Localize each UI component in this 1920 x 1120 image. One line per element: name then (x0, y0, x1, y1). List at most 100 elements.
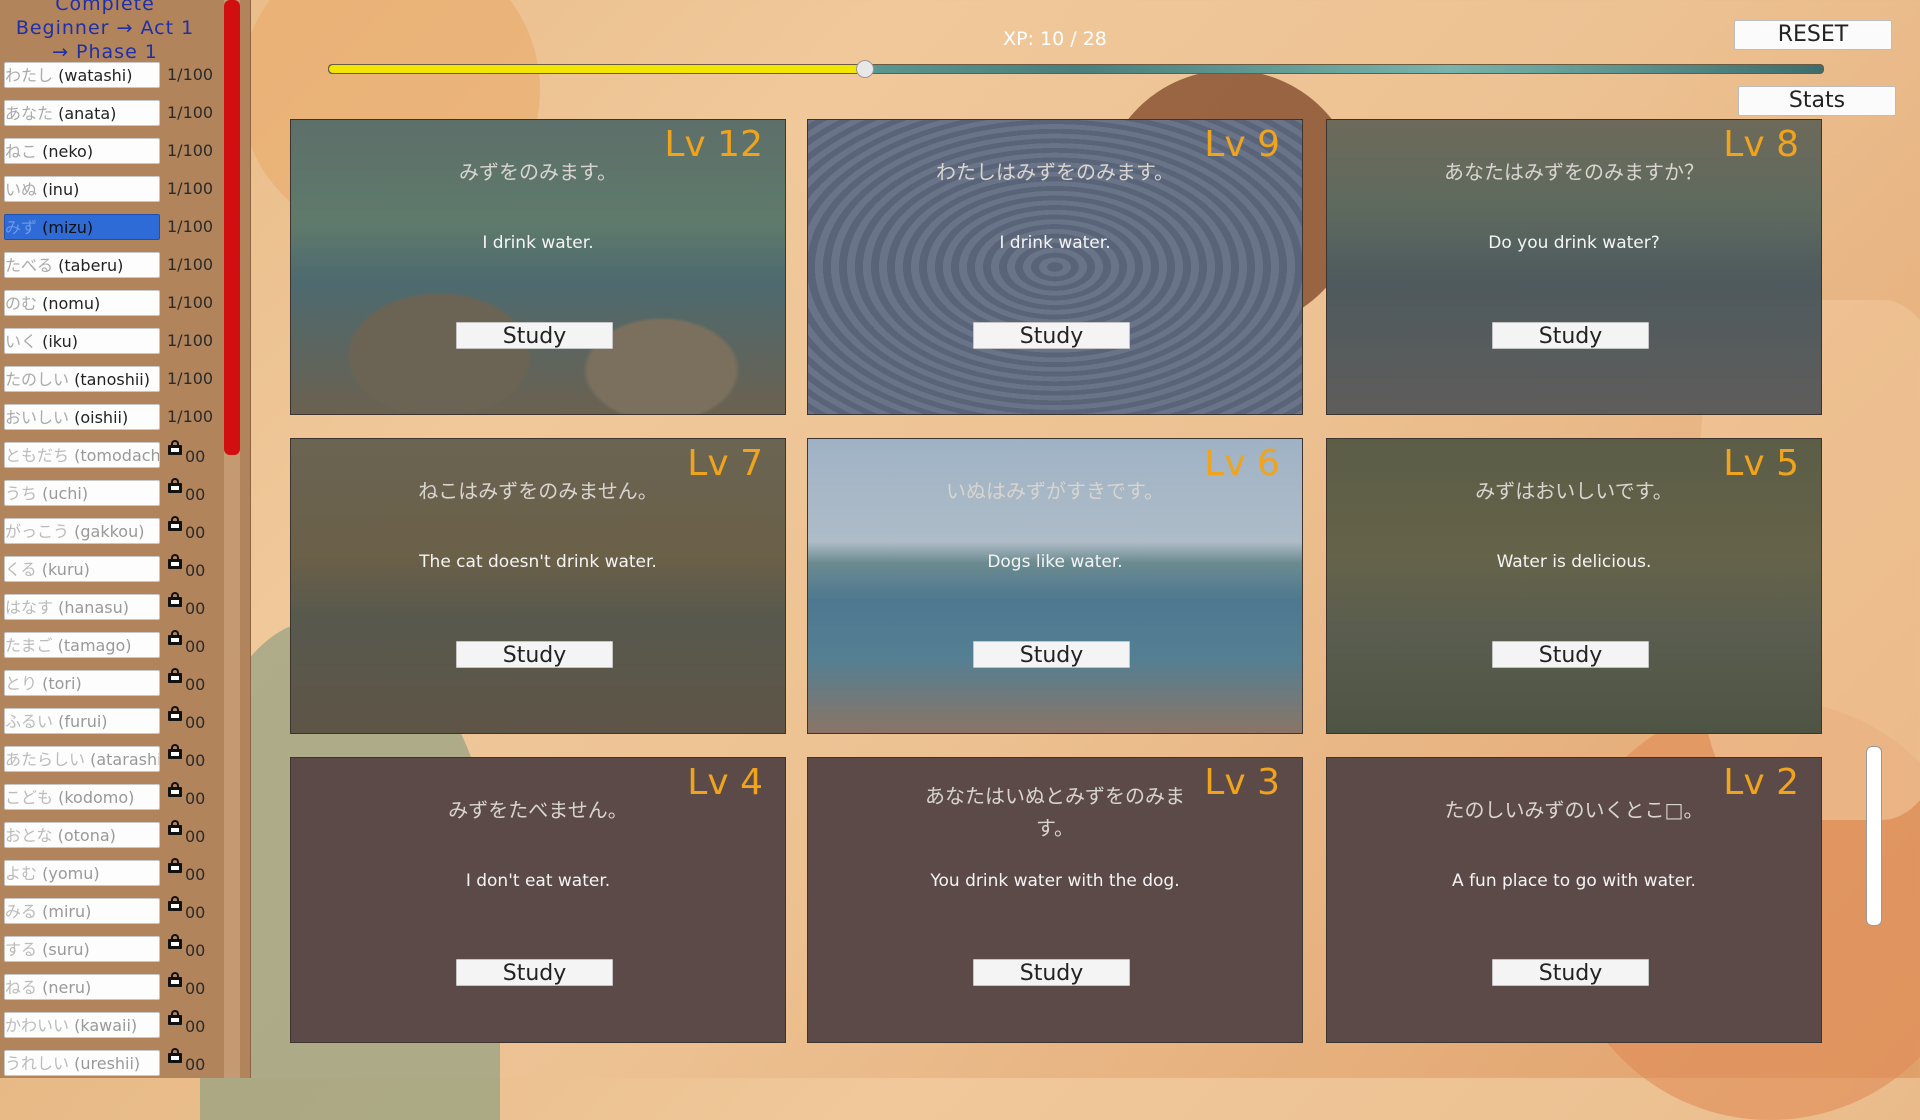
card-japanese-sentence: みずをたべません。 (448, 798, 628, 822)
study-button[interactable]: Study (973, 959, 1130, 986)
word-row: たまご (tamago) 00 (0, 630, 228, 668)
word-row: いく (iku) 1/100 (0, 326, 228, 364)
word-list: わたし (watashi) 1/100 あなた (anata) 1/100 ねこ (ne… (0, 60, 228, 1078)
word-row: ともだち (tomodachi) 00 (0, 440, 228, 478)
sidebar-title-line: Complete (55, 0, 155, 15)
word-button[interactable]: いぬ (inu) (4, 176, 160, 202)
word-button[interactable]: くる (kuru) (4, 556, 160, 582)
word-row: おとな (otona) 00 (0, 820, 228, 858)
word-button[interactable]: ねこ (neko) (4, 138, 160, 164)
sentence-card: Lv 2 たのしいみずのいくとこ□。 A fun place to go with … (1326, 757, 1822, 1043)
main-scrollbar[interactable] (1866, 746, 1882, 926)
study-button[interactable]: Study (973, 641, 1130, 668)
word-row: よむ (yomu) 00 (0, 858, 228, 896)
lock-icon (168, 592, 182, 607)
word-romaji: (miru) (42, 902, 92, 921)
word-romaji: (tomodachi) (74, 446, 160, 465)
word-button[interactable]: たまご (tamago) (4, 632, 160, 658)
sentence-card: Lv 3 あなたはいぬとみずをのみま す。 You drink water with… (807, 757, 1303, 1043)
lock-icon (168, 744, 182, 759)
word-row: する (suru) 00 (0, 934, 228, 972)
word-progress-count: 1/100 (167, 217, 214, 236)
study-button[interactable]: Study (1492, 959, 1649, 986)
word-japanese: とり (5, 674, 38, 693)
word-button[interactable]: わたし (watashi) (4, 62, 160, 88)
word-button[interactable]: おとな (otona) (4, 822, 160, 848)
study-button[interactable]: Study (1492, 322, 1649, 349)
word-button[interactable]: ふるい (furui) (4, 708, 160, 734)
word-japanese: おいしい (5, 408, 70, 427)
card-english-translation: I drink water. (999, 233, 1111, 253)
word-button[interactable]: いく (iku) (4, 328, 160, 354)
word-button[interactable]: のむ (nomu) (4, 290, 160, 316)
study-button[interactable]: Study (456, 641, 613, 668)
xp-progress-handle[interactable] (856, 60, 874, 78)
sentence-card: Lv 5 みずはおいしいです。 Water is delicious. Study (1326, 438, 1822, 734)
word-progress-count: 1/100 (167, 293, 214, 312)
word-button[interactable]: あたらしい (atarashii) (4, 746, 160, 772)
word-progress-count: 00 (185, 865, 206, 884)
word-progress-count: 00 (185, 979, 206, 998)
word-row: うち (uchi) 00 (0, 478, 228, 516)
sidebar-title: Complete Beginner → Act 1 → Phase 1 (0, 0, 210, 64)
word-button[interactable]: こども (kodomo) (4, 784, 160, 810)
word-row: みず (mizu) 1/100 (0, 212, 228, 250)
card-english-translation: Water is delicious. (1496, 552, 1652, 572)
word-button[interactable]: はなす (hanasu) (4, 594, 160, 620)
card-english-translation: I don't eat water. (465, 871, 611, 891)
study-button[interactable]: Study (973, 322, 1130, 349)
word-button[interactable]: よむ (yomu) (4, 860, 160, 886)
word-japanese: みず (5, 218, 38, 237)
word-button[interactable]: かわいい (kawaii) (4, 1012, 160, 1038)
card-english-translation: You drink water with the dog. (930, 871, 1180, 891)
word-progress-count: 1/100 (167, 179, 214, 198)
study-button[interactable]: Study (1492, 641, 1649, 668)
word-button[interactable]: あなた (anata) (4, 100, 160, 126)
word-progress-count: 00 (185, 1055, 206, 1074)
word-row: いぬ (inu) 1/100 (0, 174, 228, 212)
card-japanese-sentence: あなたはいぬとみずをのみま す。 (925, 784, 1185, 840)
word-romaji: (tanoshii) (74, 370, 150, 389)
word-button[interactable]: とり (tori) (4, 670, 160, 696)
word-button[interactable]: ともだち (tomodachi) (4, 442, 160, 468)
word-japanese: ねる (5, 978, 38, 997)
word-japanese: わたし (5, 66, 54, 85)
study-button[interactable]: Study (456, 322, 613, 349)
card-english-translation: The cat doesn't drink water. (419, 552, 657, 572)
card-japanese-sentence: たのしいみずのいくとこ□。 (1444, 798, 1704, 822)
word-row: のむ (nomu) 1/100 (0, 288, 228, 326)
card-english-translation: I drink water. (482, 233, 594, 253)
reset-button[interactable]: RESET (1734, 20, 1892, 50)
word-button[interactable]: する (suru) (4, 936, 160, 962)
word-button[interactable]: たのしい (tanoshii) (4, 366, 160, 392)
lock-icon (168, 630, 182, 645)
sentence-card: Lv 12 みずをのみます。 I drink water. Study (290, 119, 786, 415)
word-romaji: (hanasu) (58, 598, 129, 617)
word-row: こども (kodomo) 00 (0, 782, 228, 820)
word-progress-count: 1/100 (167, 103, 214, 122)
word-japanese: はなす (5, 598, 54, 617)
word-progress-count: 1/100 (167, 255, 214, 274)
word-button[interactable]: みず (mizu) (4, 214, 160, 240)
word-button[interactable]: たべる (taberu) (4, 252, 160, 278)
word-romaji: (kawaii) (74, 1016, 138, 1035)
lock-icon (168, 972, 182, 987)
lock-icon (168, 820, 182, 835)
word-button[interactable]: うれしい (ureshii) (4, 1050, 160, 1076)
stats-button[interactable]: Stats (1738, 86, 1896, 116)
word-progress-count: 00 (185, 637, 206, 656)
word-button[interactable]: うち (uchi) (4, 480, 160, 506)
sidebar-scrollbar-thumb[interactable] (224, 0, 240, 455)
word-japanese: たまご (5, 636, 53, 655)
word-sidebar: Complete Beginner → Act 1 → Phase 1 わたし … (0, 0, 251, 1078)
word-button[interactable]: ねる (neru) (4, 974, 160, 1000)
sentence-card: Lv 9 わたしはみずをのみます。 I drink water. Study (807, 119, 1303, 415)
word-japanese: あなた (5, 104, 54, 123)
word-button[interactable]: がっこう (gakkou) (4, 518, 160, 544)
word-button[interactable]: みる (miru) (4, 898, 160, 924)
word-japanese: うち (5, 484, 38, 503)
word-button[interactable]: おいしい (oishii) (4, 404, 160, 430)
study-button[interactable]: Study (456, 959, 613, 986)
word-progress-count: 00 (185, 789, 206, 808)
word-row: わたし (watashi) 1/100 (0, 60, 228, 98)
